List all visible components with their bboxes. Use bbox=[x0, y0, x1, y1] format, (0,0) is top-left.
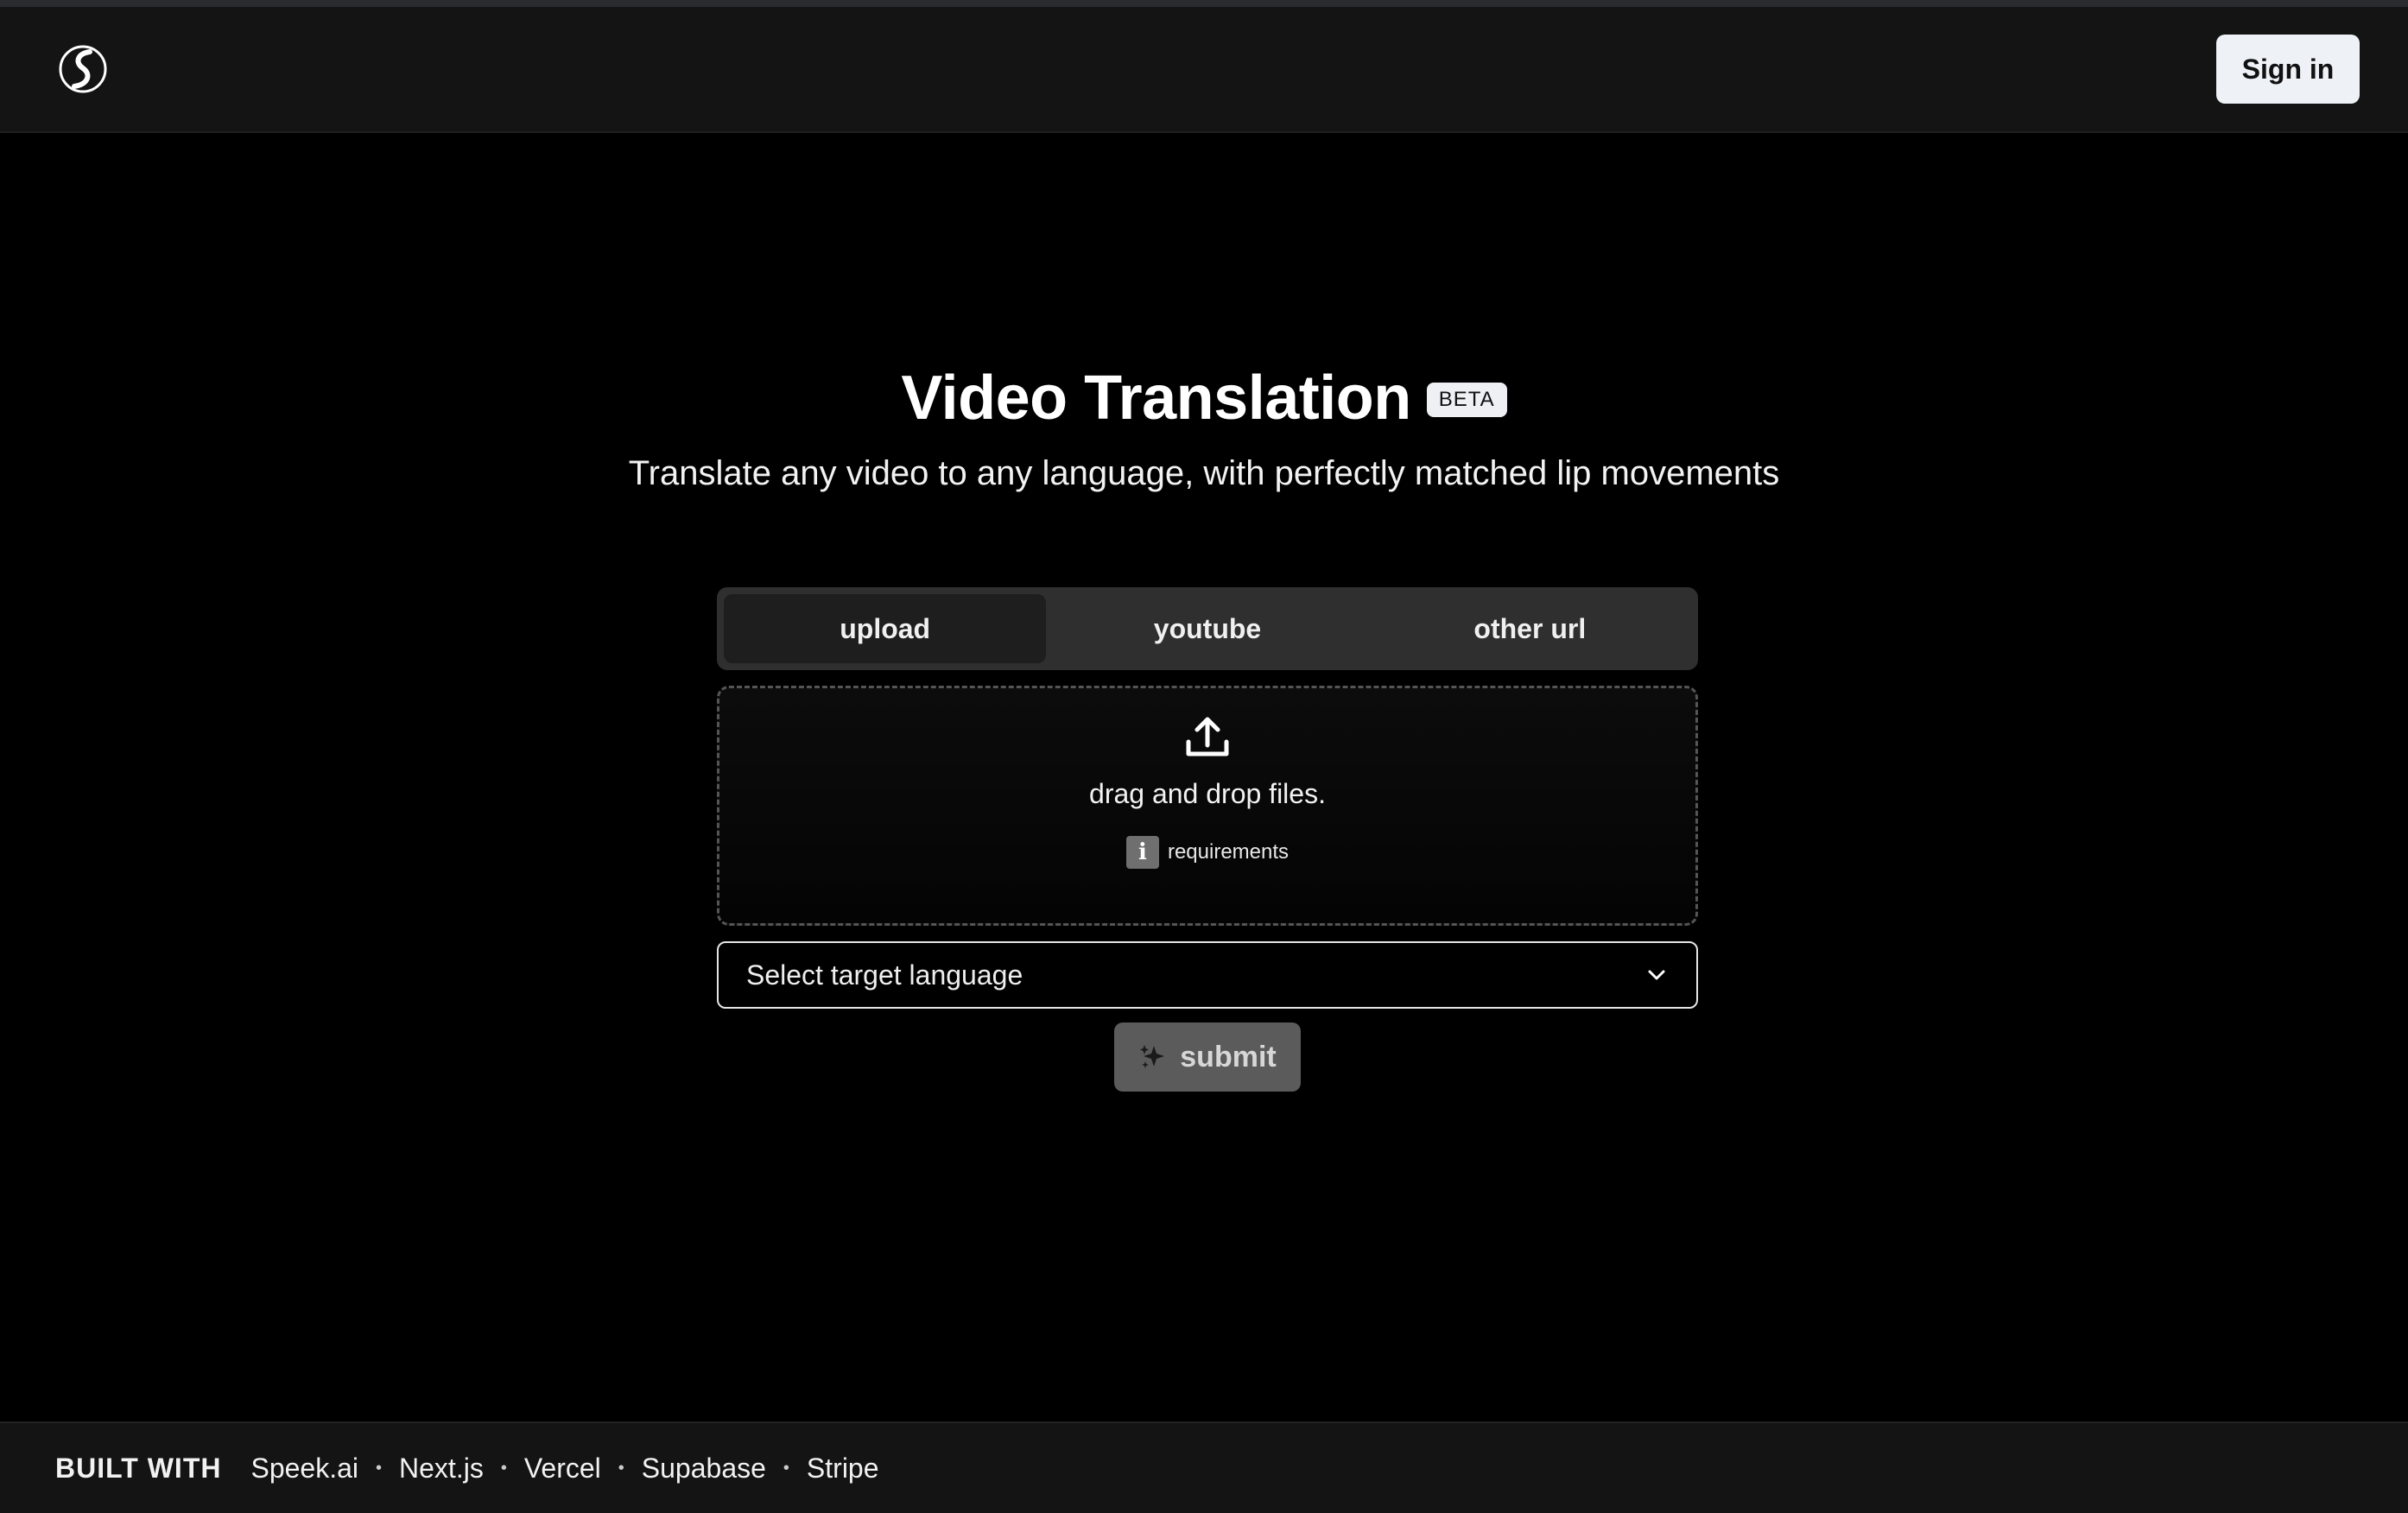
requirements-label: requirements bbox=[1167, 840, 1290, 864]
sign-in-button[interactable]: Sign in bbox=[2216, 35, 2360, 104]
title-row: Video Translation BETA bbox=[901, 363, 1507, 434]
footer-separator: • bbox=[376, 1458, 383, 1478]
footer-separator: • bbox=[618, 1458, 624, 1478]
upload-icon bbox=[1186, 717, 1229, 756]
tab-youtube[interactable]: youtube bbox=[1046, 594, 1368, 663]
top-nav: Sign in bbox=[0, 7, 2408, 133]
footer-separator: • bbox=[783, 1458, 789, 1478]
page: Sign in Video Translation BETA Translate… bbox=[0, 0, 2408, 1513]
built-with-label: BUILT WITH bbox=[55, 1452, 222, 1484]
tab-other-url[interactable]: other url bbox=[1369, 594, 1691, 663]
page-subtitle: Translate any video to any language, wit… bbox=[628, 454, 1780, 492]
info-icon: i bbox=[1125, 836, 1159, 869]
tab-upload[interactable]: upload bbox=[724, 594, 1047, 663]
requirements-link[interactable]: i requirements bbox=[1125, 836, 1290, 869]
sparkle-icon bbox=[1140, 1045, 1165, 1068]
footer-link-supabase[interactable]: Supabase bbox=[642, 1453, 766, 1485]
footer-separator: • bbox=[500, 1458, 507, 1478]
dropzone-text: drag and drop files. bbox=[1089, 778, 1326, 809]
footer-link-nextjs[interactable]: Next.js bbox=[399, 1453, 484, 1485]
hero: Video Translation BETA Translate any vid… bbox=[0, 363, 2408, 493]
submit-button[interactable]: submit bbox=[1114, 1022, 1301, 1092]
submit-label: submit bbox=[1180, 1040, 1277, 1073]
speek-logo-icon[interactable] bbox=[55, 41, 111, 97]
footer-link-speek[interactable]: Speek.ai bbox=[250, 1453, 358, 1485]
source-tabs: upload youtube other url bbox=[717, 587, 1698, 670]
target-language-placeholder: Select target language bbox=[746, 959, 1023, 991]
footer: BUILT WITH Speek.ai • Next.js • Vercel •… bbox=[0, 1421, 2408, 1513]
file-dropzone[interactable]: drag and drop files. i requirements bbox=[717, 686, 1698, 926]
footer-link-vercel[interactable]: Vercel bbox=[524, 1453, 601, 1485]
window-top-strip bbox=[0, 0, 2408, 7]
chevron-down-icon bbox=[1648, 970, 1665, 980]
footer-link-stripe[interactable]: Stripe bbox=[807, 1453, 879, 1485]
beta-badge: BETA bbox=[1426, 383, 1507, 417]
page-title: Video Translation bbox=[901, 364, 1411, 433]
target-language-select[interactable]: Select target language bbox=[717, 941, 1698, 1009]
